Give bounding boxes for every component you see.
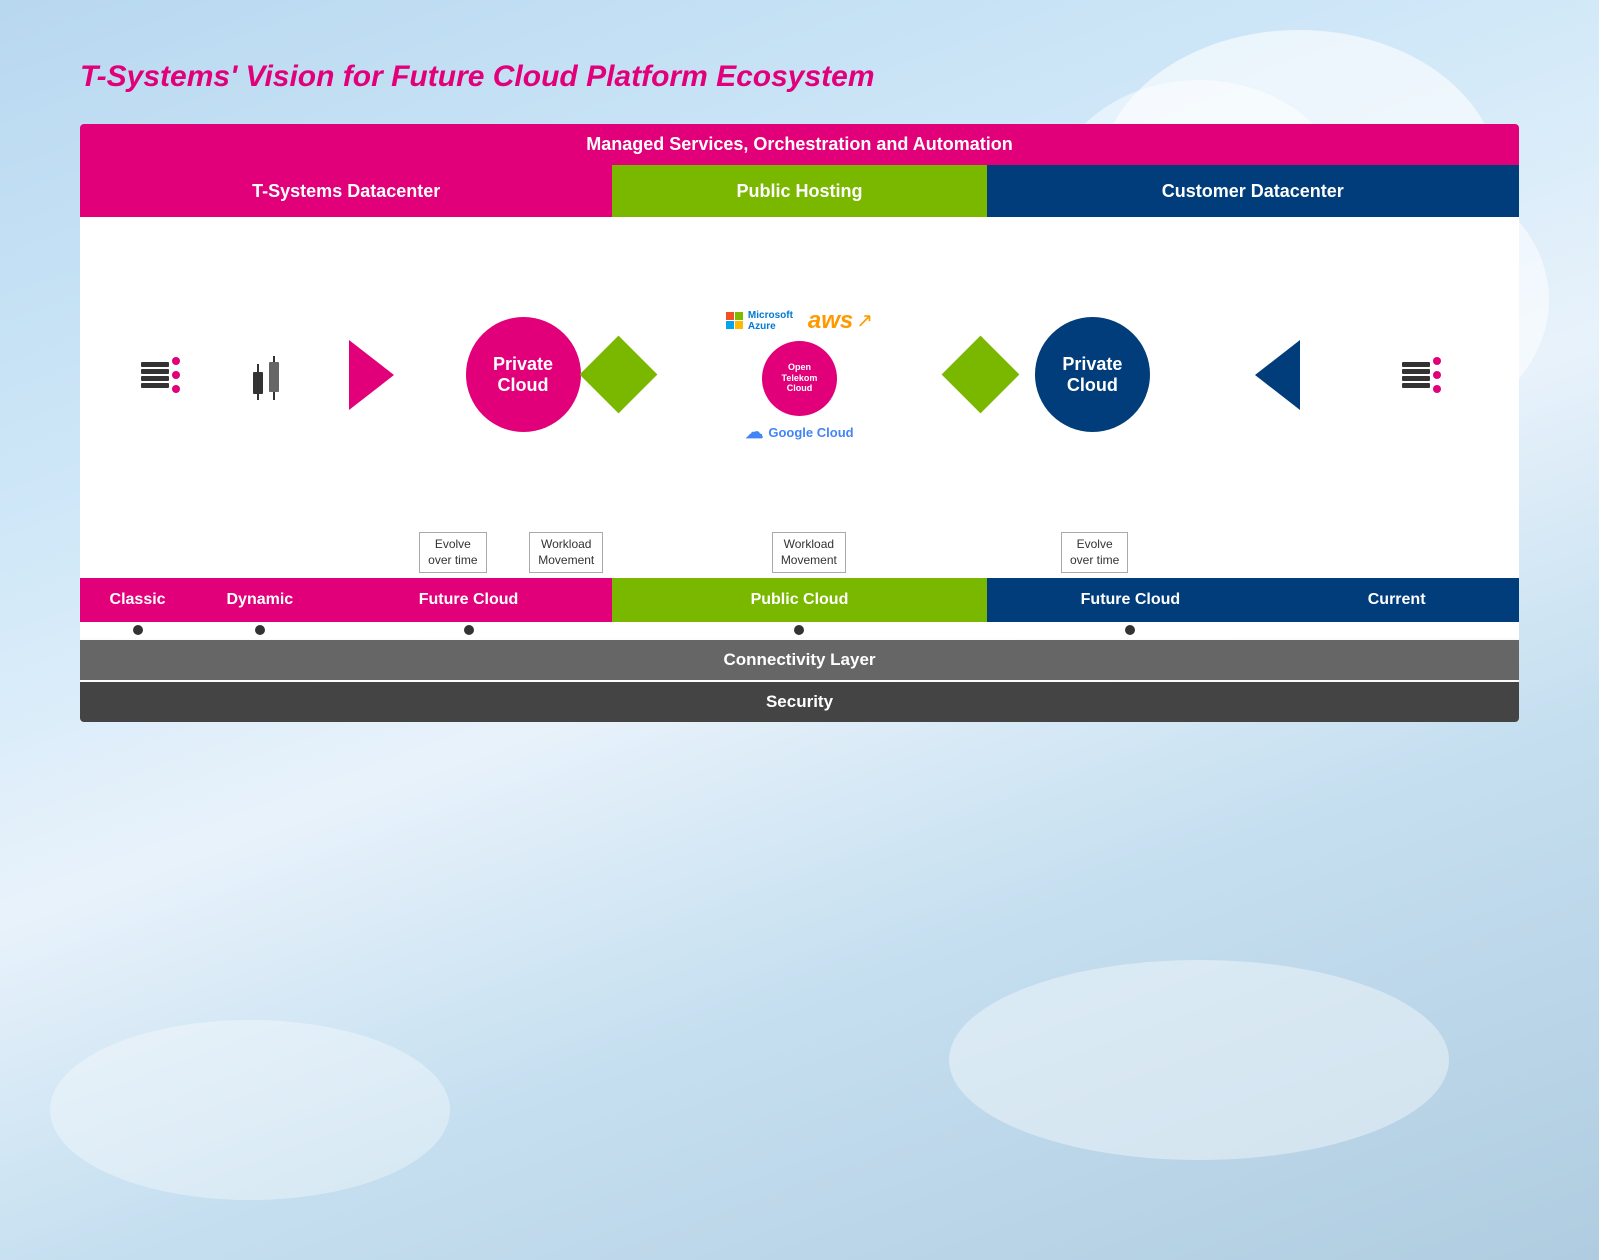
managed-bar: Managed Services, Orchestration and Auto… xyxy=(80,124,1519,165)
public-section: MicrosoftAzure aws ↗ xyxy=(619,307,980,443)
logos-top-row: MicrosoftAzure aws ↗ xyxy=(726,307,873,335)
candle-1 xyxy=(253,364,263,400)
aws-label: aws xyxy=(808,307,853,335)
cat-future-cloud-right: Future Cloud xyxy=(987,578,1275,622)
dot-future-cloud-r xyxy=(1125,625,1135,635)
rack-dot xyxy=(172,371,180,379)
rack-bar xyxy=(141,383,169,388)
evolve-left-label: Evolveover time xyxy=(419,532,486,573)
rack-dot xyxy=(1433,385,1441,393)
section-header-tsdc: T-Systems Datacenter xyxy=(80,165,612,217)
evolve-left-text: Evolveover time xyxy=(428,537,477,567)
candle-wick xyxy=(257,394,259,400)
bottom-labels-row: Evolveover time WorkloadMovement Workloa… xyxy=(80,527,1519,578)
server-rack-1 xyxy=(141,357,180,393)
candle-2 xyxy=(269,356,279,400)
cat-classic: Classic xyxy=(80,578,195,622)
connectivity-bar: Connectivity Layer xyxy=(80,640,1519,680)
rack-dot xyxy=(172,385,180,393)
main-container: T-Systems' Vision for Future Cloud Platf… xyxy=(80,60,1519,722)
workload-left-text: WorkloadMovement xyxy=(538,537,594,567)
customer-section: PrivateCloud xyxy=(980,317,1494,432)
candle-body xyxy=(253,372,263,394)
dot-public-cloud xyxy=(794,625,804,635)
security-wrapper: Security xyxy=(80,682,1519,722)
rack-bar xyxy=(1402,369,1430,374)
aws-container: aws ↗ xyxy=(808,307,873,335)
arrow-left-customer xyxy=(1255,340,1300,410)
rack-bar xyxy=(141,362,169,367)
connectivity-wrapper: Connectivity Layer xyxy=(80,640,1519,680)
rack-dot xyxy=(1433,371,1441,379)
rack-dots xyxy=(1433,357,1441,393)
cat-future-cloud-left: Future Cloud xyxy=(325,578,613,622)
rack-row xyxy=(141,357,180,393)
cat-dynamic: Dynamic xyxy=(195,578,325,622)
google-cloud-label: Google Cloud xyxy=(768,425,853,440)
dot-indicators-row xyxy=(80,622,1519,638)
categories-bar: Classic Dynamic Future Cloud Public Clou… xyxy=(80,578,1519,622)
bl-public: WorkloadMovement xyxy=(612,532,986,573)
tsdc-section: PrivateCloud xyxy=(105,317,619,432)
rack-bar xyxy=(141,376,169,381)
public-logos: MicrosoftAzure aws ↗ xyxy=(699,307,899,443)
server-rack-2 xyxy=(1402,357,1441,393)
rack-bars xyxy=(141,362,169,388)
ms-sq-yellow xyxy=(735,321,743,329)
dot-future-cloud-l xyxy=(464,625,474,635)
candle-wick xyxy=(257,364,259,372)
ms-sq-green xyxy=(735,312,743,320)
ms-logo-grid xyxy=(726,312,744,330)
dot-dynamic xyxy=(255,625,265,635)
workload-right-text: WorkloadMovement xyxy=(781,537,837,567)
content-row: PrivateCloud xyxy=(90,232,1509,517)
bl-tsdc: Evolveover time WorkloadMovement xyxy=(80,532,612,573)
workload-right-label: WorkloadMovement xyxy=(772,532,846,573)
google-cloud-icon: ☁ xyxy=(745,422,763,443)
microsoft-label: MicrosoftAzure xyxy=(748,310,793,332)
open-telekom-cloud: OpenTelekomCloud xyxy=(762,341,837,416)
private-cloud-right: PrivateCloud xyxy=(1035,317,1150,432)
candle-wick xyxy=(273,392,275,400)
workload-left-label: WorkloadMovement xyxy=(529,532,603,573)
rack-dot xyxy=(1433,357,1441,365)
private-cloud-left: PrivateCloud xyxy=(466,317,581,432)
content-area: PrivateCloud xyxy=(80,217,1519,527)
rack-bar xyxy=(1402,376,1430,381)
section-header-customer: Customer Datacenter xyxy=(987,165,1519,217)
aws-arrow: ↗ xyxy=(856,308,873,333)
arrow-right-tsdc xyxy=(349,340,394,410)
ms-sq-red xyxy=(726,312,734,320)
ms-sq-blue xyxy=(726,321,734,329)
section-headers: T-Systems Datacenter Public Hosting Cust… xyxy=(80,165,1519,217)
ms-azure-logo: MicrosoftAzure xyxy=(726,310,793,332)
cat-public-cloud: Public Cloud xyxy=(612,578,986,622)
evolve-right-text: Evolveover time xyxy=(1070,537,1119,567)
security-bar: Security xyxy=(80,682,1519,722)
cat-current: Current xyxy=(1274,578,1519,622)
azure-text: MicrosoftAzure xyxy=(748,310,793,332)
rack-bar xyxy=(1402,362,1430,367)
section-header-public: Public Hosting xyxy=(612,165,986,217)
bl-customer: Evolveover time xyxy=(987,532,1519,573)
diagram-wrapper: Managed Services, Orchestration and Auto… xyxy=(80,124,1519,722)
rack-bars-2 xyxy=(1402,362,1430,388)
google-cloud: ☁ Google Cloud xyxy=(745,422,853,443)
candle-chart xyxy=(253,350,279,400)
page-title: T-Systems' Vision for Future Cloud Platf… xyxy=(80,60,1519,94)
open-telekom-label: OpenTelekomCloud xyxy=(782,362,818,394)
content-columns-wrapper: PrivateCloud xyxy=(80,217,1519,578)
rack-bar xyxy=(1402,383,1430,388)
dot-classic xyxy=(133,625,143,635)
candle-wick xyxy=(273,356,275,362)
evolve-right-label: Evolveover time xyxy=(1061,532,1128,573)
candle-body xyxy=(269,362,279,392)
rack-bar xyxy=(141,369,169,374)
middle-logos-row: OpenTelekomCloud xyxy=(762,341,837,416)
rack-dot xyxy=(172,357,180,365)
rack-row-2 xyxy=(1402,357,1441,393)
